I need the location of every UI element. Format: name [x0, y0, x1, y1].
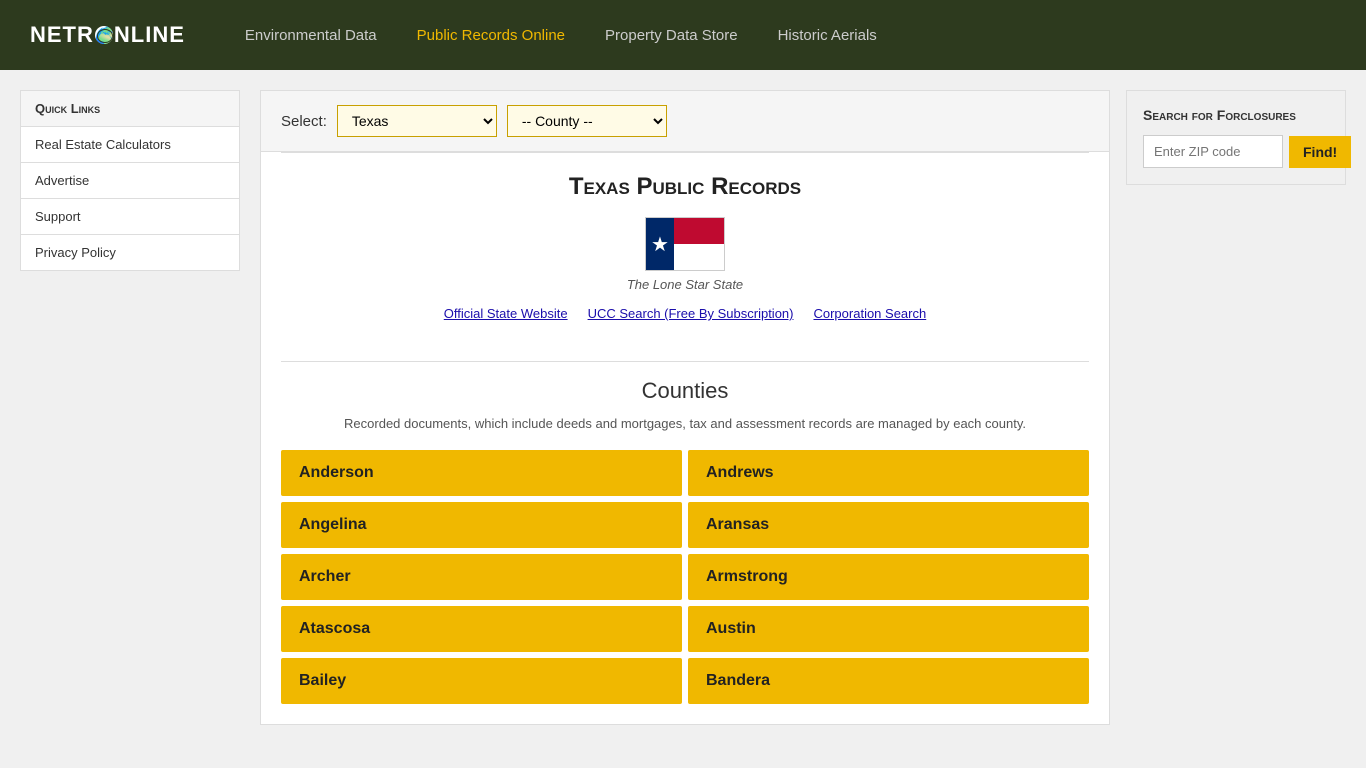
counties-description: Recorded documents, which include deeds … [281, 414, 1089, 434]
texas-flag: ★ [645, 217, 725, 271]
flag-stripes [674, 218, 724, 270]
county-bandera[interactable]: Bandera [688, 658, 1089, 704]
select-label: Select: [281, 113, 327, 130]
sidebar-item-real-estate[interactable]: Real Estate Calculators [20, 127, 240, 163]
county-angelina[interactable]: Angelina [281, 502, 682, 548]
county-aransas[interactable]: Aransas [688, 502, 1089, 548]
county-andrews[interactable]: Andrews [688, 450, 1089, 496]
page-content: Texas Public Records ★ The Lone Star Sta… [261, 153, 1109, 361]
nav-public-records[interactable]: Public Records Online [417, 27, 565, 44]
nav-historic-aerials[interactable]: Historic Aerials [778, 27, 877, 44]
zip-row: Find! [1143, 135, 1329, 168]
sidebar-item-advertise[interactable]: Advertise [20, 163, 240, 199]
links-row: Official State Website UCC Search (Free … [291, 306, 1079, 321]
county-anderson[interactable]: Anderson [281, 450, 682, 496]
logo[interactable]: NETR🌍NLINE [30, 22, 185, 48]
county-austin[interactable]: Austin [688, 606, 1089, 652]
content-area: Select: Texas -- County -- Texas Public … [260, 90, 1110, 725]
main-wrapper: Quick Links Real Estate Calculators Adve… [0, 70, 1366, 725]
foreclosure-title: Search for Forclosures [1143, 107, 1329, 123]
county-atascosa[interactable]: Atascosa [281, 606, 682, 652]
flag-container: ★ The Lone Star State [291, 217, 1079, 292]
counties-grid: Anderson Andrews Angelina Aransas Archer… [281, 450, 1089, 704]
flag-white-stripe [674, 244, 724, 270]
nav-environmental-data[interactable]: Environmental Data [245, 27, 377, 44]
sidebar: Quick Links Real Estate Calculators Adve… [20, 90, 240, 725]
nav-property-data-store[interactable]: Property Data Store [605, 27, 738, 44]
flag-blue-stripe: ★ [646, 218, 674, 270]
counties-title: Counties [281, 378, 1089, 404]
official-state-website-link[interactable]: Official State Website [444, 306, 568, 321]
county-bailey[interactable]: Bailey [281, 658, 682, 704]
corporation-search-link[interactable]: Corporation Search [813, 306, 926, 321]
foreclosure-box: Search for Forclosures Find! [1126, 90, 1346, 185]
zip-input[interactable] [1143, 135, 1283, 168]
county-armstrong[interactable]: Armstrong [688, 554, 1089, 600]
right-panel: Search for Forclosures Find! [1126, 90, 1346, 725]
state-select[interactable]: Texas [337, 105, 497, 137]
sidebar-item-support[interactable]: Support [20, 199, 240, 235]
find-button[interactable]: Find! [1289, 136, 1351, 168]
globe-icon: 🌍 [95, 26, 113, 44]
header: NETR🌍NLINE Environmental Data Public Rec… [0, 0, 1366, 70]
county-select[interactable]: -- County -- [507, 105, 667, 137]
counties-section: Counties Recorded documents, which inclu… [261, 362, 1109, 704]
flag-caption: The Lone Star State [627, 277, 743, 292]
sidebar-title: Quick Links [20, 90, 240, 127]
select-bar: Select: Texas -- County -- [261, 91, 1109, 152]
page-title: Texas Public Records [291, 173, 1079, 201]
ucc-search-link[interactable]: UCC Search (Free By Subscription) [588, 306, 794, 321]
flag-red-stripe [674, 218, 724, 244]
main-nav: Environmental Data Public Records Online… [245, 27, 877, 44]
county-archer[interactable]: Archer [281, 554, 682, 600]
sidebar-item-privacy[interactable]: Privacy Policy [20, 235, 240, 271]
